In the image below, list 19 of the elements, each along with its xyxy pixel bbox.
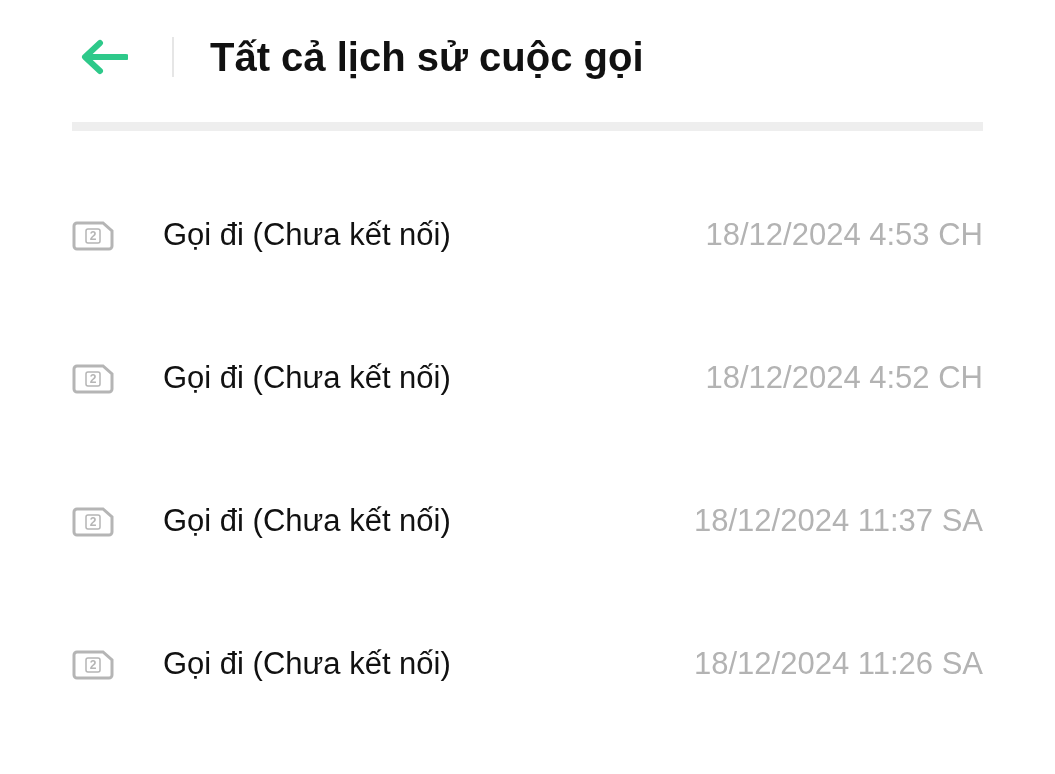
call-type-label: Gọi đi (Chưa kết nối) [163,645,451,684]
call-time: 18/12/2024 4:53 CH [705,216,983,255]
back-button[interactable] [80,37,130,77]
sim-card-icon: 2 [72,506,114,537]
call-log-item[interactable]: 2 Gọi đi (Chưa kết nối) 18/12/2024 4:53 CH [72,164,983,307]
call-type-label: Gọi đi (Chưa kết nối) [163,359,451,398]
call-log-item[interactable]: 2 Gọi đi (Chưa kết nối) 18/12/2024 11:26 SA [72,593,983,736]
call-time: 18/12/2024 11:26 SA [694,645,983,684]
call-time: 18/12/2024 11:37 SA [694,502,983,541]
call-time: 18/12/2024 4:52 CH [705,359,983,398]
call-type-label: Gọi đi (Chưa kết nối) [163,216,451,255]
call-log-item[interactable]: 2 Gọi đi (Chưa kết nối) 18/12/2024 4:52 CH [72,307,983,450]
sim-card-icon: 2 [72,649,114,680]
page-title: Tất cả lịch sử cuộc gọi [210,37,644,77]
call-type-label: Gọi đi (Chưa kết nối) [163,502,451,541]
back-arrow-icon [80,39,128,75]
sim-card-icon: 2 [72,363,114,394]
sim-card-icon: 2 [72,220,114,251]
call-log-item[interactable]: 2 Gọi đi (Chưa kết nối) 18/12/2024 11:37 SA [72,450,983,593]
